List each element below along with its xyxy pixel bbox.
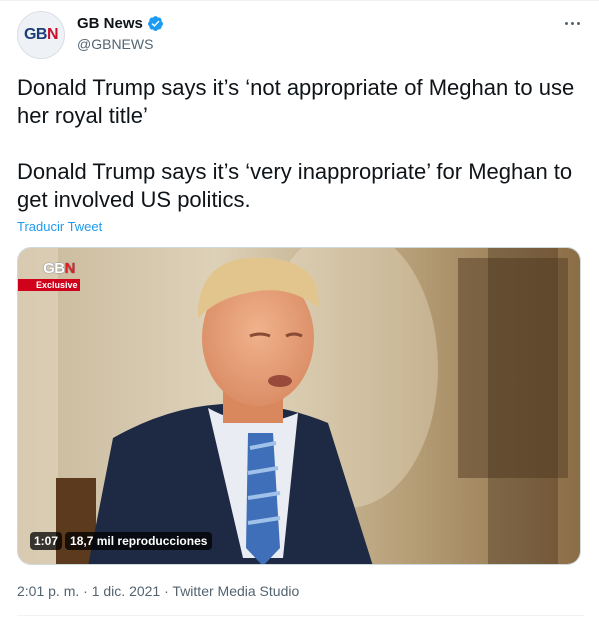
- tweet-time[interactable]: 2:01 p. m.: [17, 583, 79, 599]
- video-duration: 1:07: [30, 532, 63, 550]
- more-options-icon[interactable]: [560, 14, 584, 32]
- tweet-source[interactable]: Twitter Media Studio: [172, 583, 299, 599]
- tweet-card: GBN GB News @GBNEWS Donald Trump says it…: [0, 0, 599, 620]
- video-meta: 1:07 18,7 mil reproducciones: [30, 532, 213, 550]
- avatar[interactable]: GBN: [17, 11, 65, 59]
- video-player[interactable]: GBN Exclusive 1:07 18,7 mil reproduccion…: [17, 247, 581, 565]
- video-thumbnail: [18, 248, 580, 564]
- gbn-logo: GBN: [23, 26, 59, 43]
- display-name[interactable]: GB News: [77, 15, 143, 32]
- tweet-text: Donald Trump says it’s ‘not appropriate …: [17, 75, 575, 212]
- exclusive-badge: Exclusive: [18, 279, 80, 291]
- author-name-row: GB News: [77, 15, 164, 32]
- divider: [0, 0, 599, 1]
- tweet-date[interactable]: 1 dic. 2021: [92, 583, 161, 599]
- translate-tweet-link[interactable]: Traducir Tweet: [17, 219, 102, 234]
- author-handle[interactable]: @GBNEWS: [77, 36, 153, 52]
- tweet-timestamp: 2:01 p. m. · 1 dic. 2021 · Twitter Media…: [17, 583, 300, 599]
- verified-badge-icon: [147, 16, 163, 31]
- divider: [17, 615, 584, 616]
- view-count: 18,7 mil reproducciones: [65, 532, 213, 550]
